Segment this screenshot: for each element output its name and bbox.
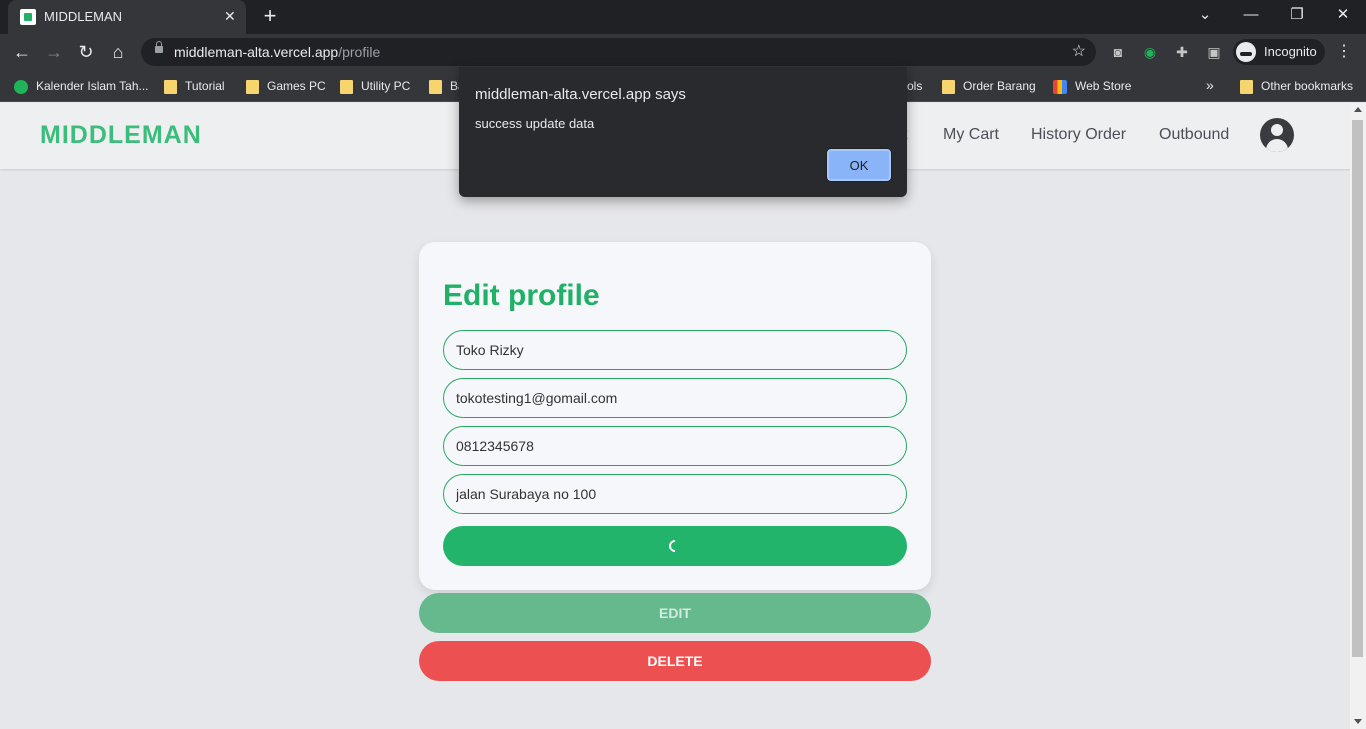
nav-link-history-order[interactable]: History Order: [1031, 126, 1126, 144]
name-input[interactable]: [443, 330, 907, 370]
site-logo[interactable]: MIDDLEMAN: [40, 121, 202, 150]
email-input[interactable]: [443, 378, 907, 418]
edit-profile-card: Edit profile: [419, 242, 931, 590]
incognito-label: Incognito: [1264, 44, 1317, 59]
phone-input[interactable]: [443, 426, 907, 466]
browser-toolbar: ← → ↻ ⌂ middleman-alta.vercel.app/profil…: [0, 34, 1366, 70]
browser-menu-icon[interactable]: ⋮: [1336, 42, 1352, 62]
side-panel-icon[interactable]: ▣: [1204, 42, 1224, 62]
bookmark-folder[interactable]: Order Barang: [942, 77, 1036, 95]
url-text: middleman-alta.vercel.app/profile: [174, 44, 381, 60]
forward-icon[interactable]: →: [42, 40, 66, 64]
bookmark-folder[interactable]: Games PC: [246, 77, 326, 95]
tab-strip: MIDDLEMAN ✕ + ⌄ — ❐ ✕: [0, 0, 1366, 34]
reload-icon[interactable]: ↻: [74, 40, 98, 64]
ok-button[interactable]: OK: [827, 149, 891, 181]
folder-icon: [340, 79, 353, 94]
nav-link-my-cart[interactable]: My Cart: [943, 126, 999, 144]
eye-extension-icon[interactable]: ◉: [1140, 42, 1160, 62]
restore-button[interactable]: ❐: [1274, 0, 1320, 30]
more-bookmarks-icon[interactable]: »: [1206, 77, 1214, 93]
folder-icon: [429, 79, 442, 94]
scroll-down-icon[interactable]: [1354, 719, 1362, 724]
user-avatar-icon[interactable]: [1260, 118, 1294, 152]
page-scrollbar[interactable]: [1350, 103, 1366, 729]
site-favicon-icon: [20, 9, 36, 25]
tab-title: MIDDLEMAN: [44, 9, 123, 24]
incognito-indicator[interactable]: Incognito: [1233, 39, 1325, 65]
alert-dialog: middleman-alta.vercel.app says success u…: [459, 67, 907, 197]
extensions-puzzle-icon[interactable]: ✚: [1172, 42, 1192, 62]
bookmark-star-icon[interactable]: ☆: [1072, 41, 1086, 61]
submit-button[interactable]: [443, 526, 907, 566]
back-icon[interactable]: ←: [10, 40, 34, 64]
incognito-icon: [1236, 42, 1256, 62]
bookmark-item[interactable]: Web Store: [1053, 77, 1131, 95]
address-input[interactable]: [443, 474, 907, 514]
camera-icon[interactable]: ◙: [1108, 42, 1128, 62]
other-bookmarks-folder[interactable]: Other bookmarks: [1240, 77, 1353, 95]
folder-icon: [942, 79, 955, 94]
loading-spinner-icon: [666, 537, 684, 555]
tab-search-icon[interactable]: ⌄: [1182, 0, 1228, 30]
browser-tab[interactable]: MIDDLEMAN ✕: [8, 0, 246, 34]
nav-link-outbound[interactable]: Outbound: [1159, 126, 1229, 144]
scroll-thumb[interactable]: [1352, 120, 1363, 657]
delete-button[interactable]: DELETE: [419, 641, 931, 681]
globe-icon: [14, 79, 28, 94]
bookmark-item[interactable]: Kalender Islam Tah...: [14, 77, 149, 95]
close-window-button[interactable]: ✕: [1320, 0, 1366, 30]
close-tab-icon[interactable]: ✕: [224, 8, 236, 25]
web-store-icon: [1053, 79, 1067, 94]
card-title: Edit profile: [443, 279, 600, 312]
folder-icon: [164, 79, 177, 94]
lock-icon[interactable]: [155, 41, 163, 53]
address-bar[interactable]: middleman-alta.vercel.app/profile ☆: [141, 38, 1096, 66]
scroll-up-icon[interactable]: [1354, 107, 1362, 112]
minimize-button[interactable]: —: [1228, 0, 1274, 30]
folder-icon: [246, 79, 259, 94]
home-icon[interactable]: ⌂: [106, 40, 130, 64]
edit-button[interactable]: EDIT: [419, 593, 931, 633]
dialog-title: middleman-alta.vercel.app says: [475, 86, 686, 103]
folder-icon: [1240, 79, 1253, 94]
bookmark-folder[interactable]: Tutorial: [164, 77, 225, 95]
new-tab-button[interactable]: +: [258, 4, 282, 28]
bookmark-folder[interactable]: ols: [907, 77, 922, 95]
bookmark-folder[interactable]: Utility PC: [340, 77, 410, 95]
dialog-message: success update data: [475, 116, 595, 131]
